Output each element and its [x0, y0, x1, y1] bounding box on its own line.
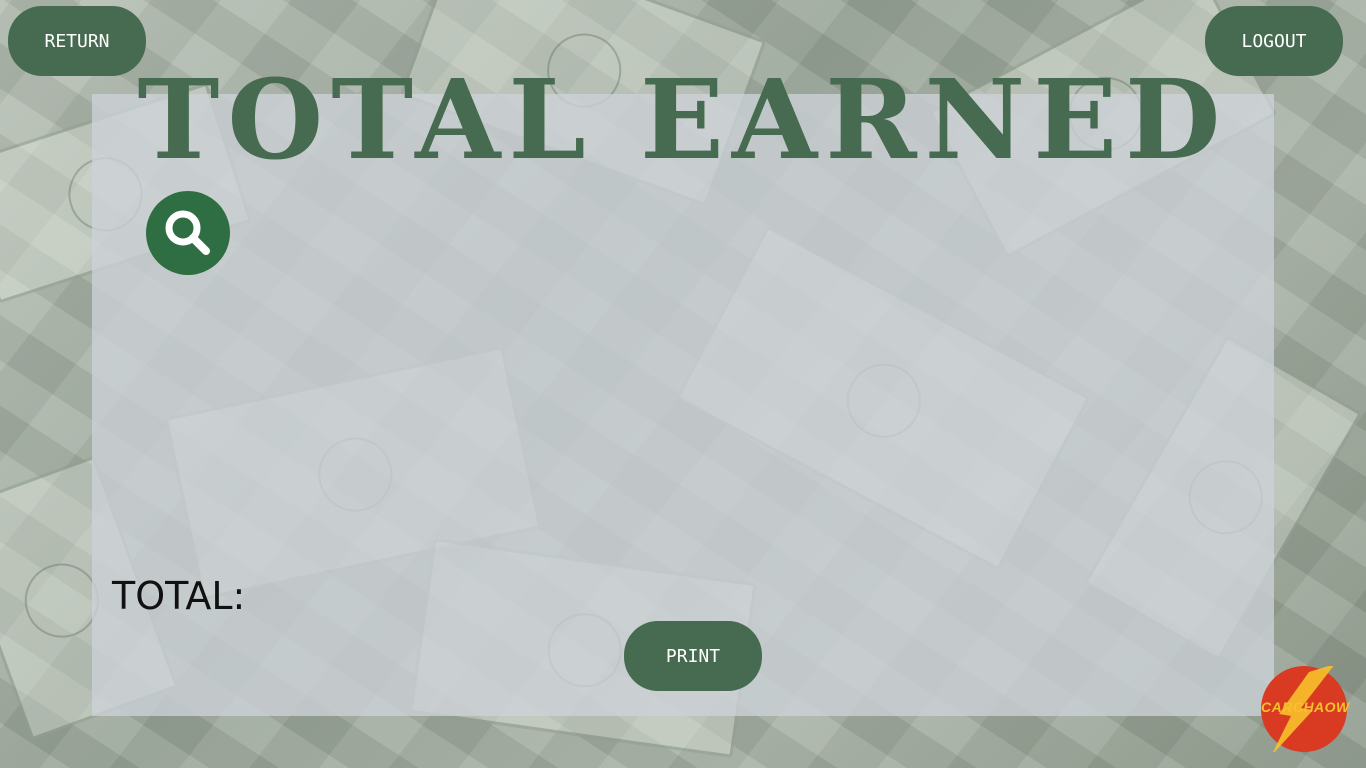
print-button[interactable]: PRINT	[624, 621, 762, 691]
page-title: TOTAL EARNED	[137, 55, 1229, 184]
logo-text: CARCHAOW	[1261, 699, 1350, 715]
search-icon	[165, 210, 210, 255]
logout-button[interactable]: LOGOUT	[1205, 6, 1343, 76]
return-button[interactable]: RETURN	[8, 6, 146, 76]
carchaow-logo: CARCHAOW	[1261, 666, 1350, 752]
total-label: TOTAL:	[112, 574, 245, 618]
total-label-text: TOTAL:	[112, 574, 246, 618]
search-button[interactable]	[146, 191, 230, 275]
